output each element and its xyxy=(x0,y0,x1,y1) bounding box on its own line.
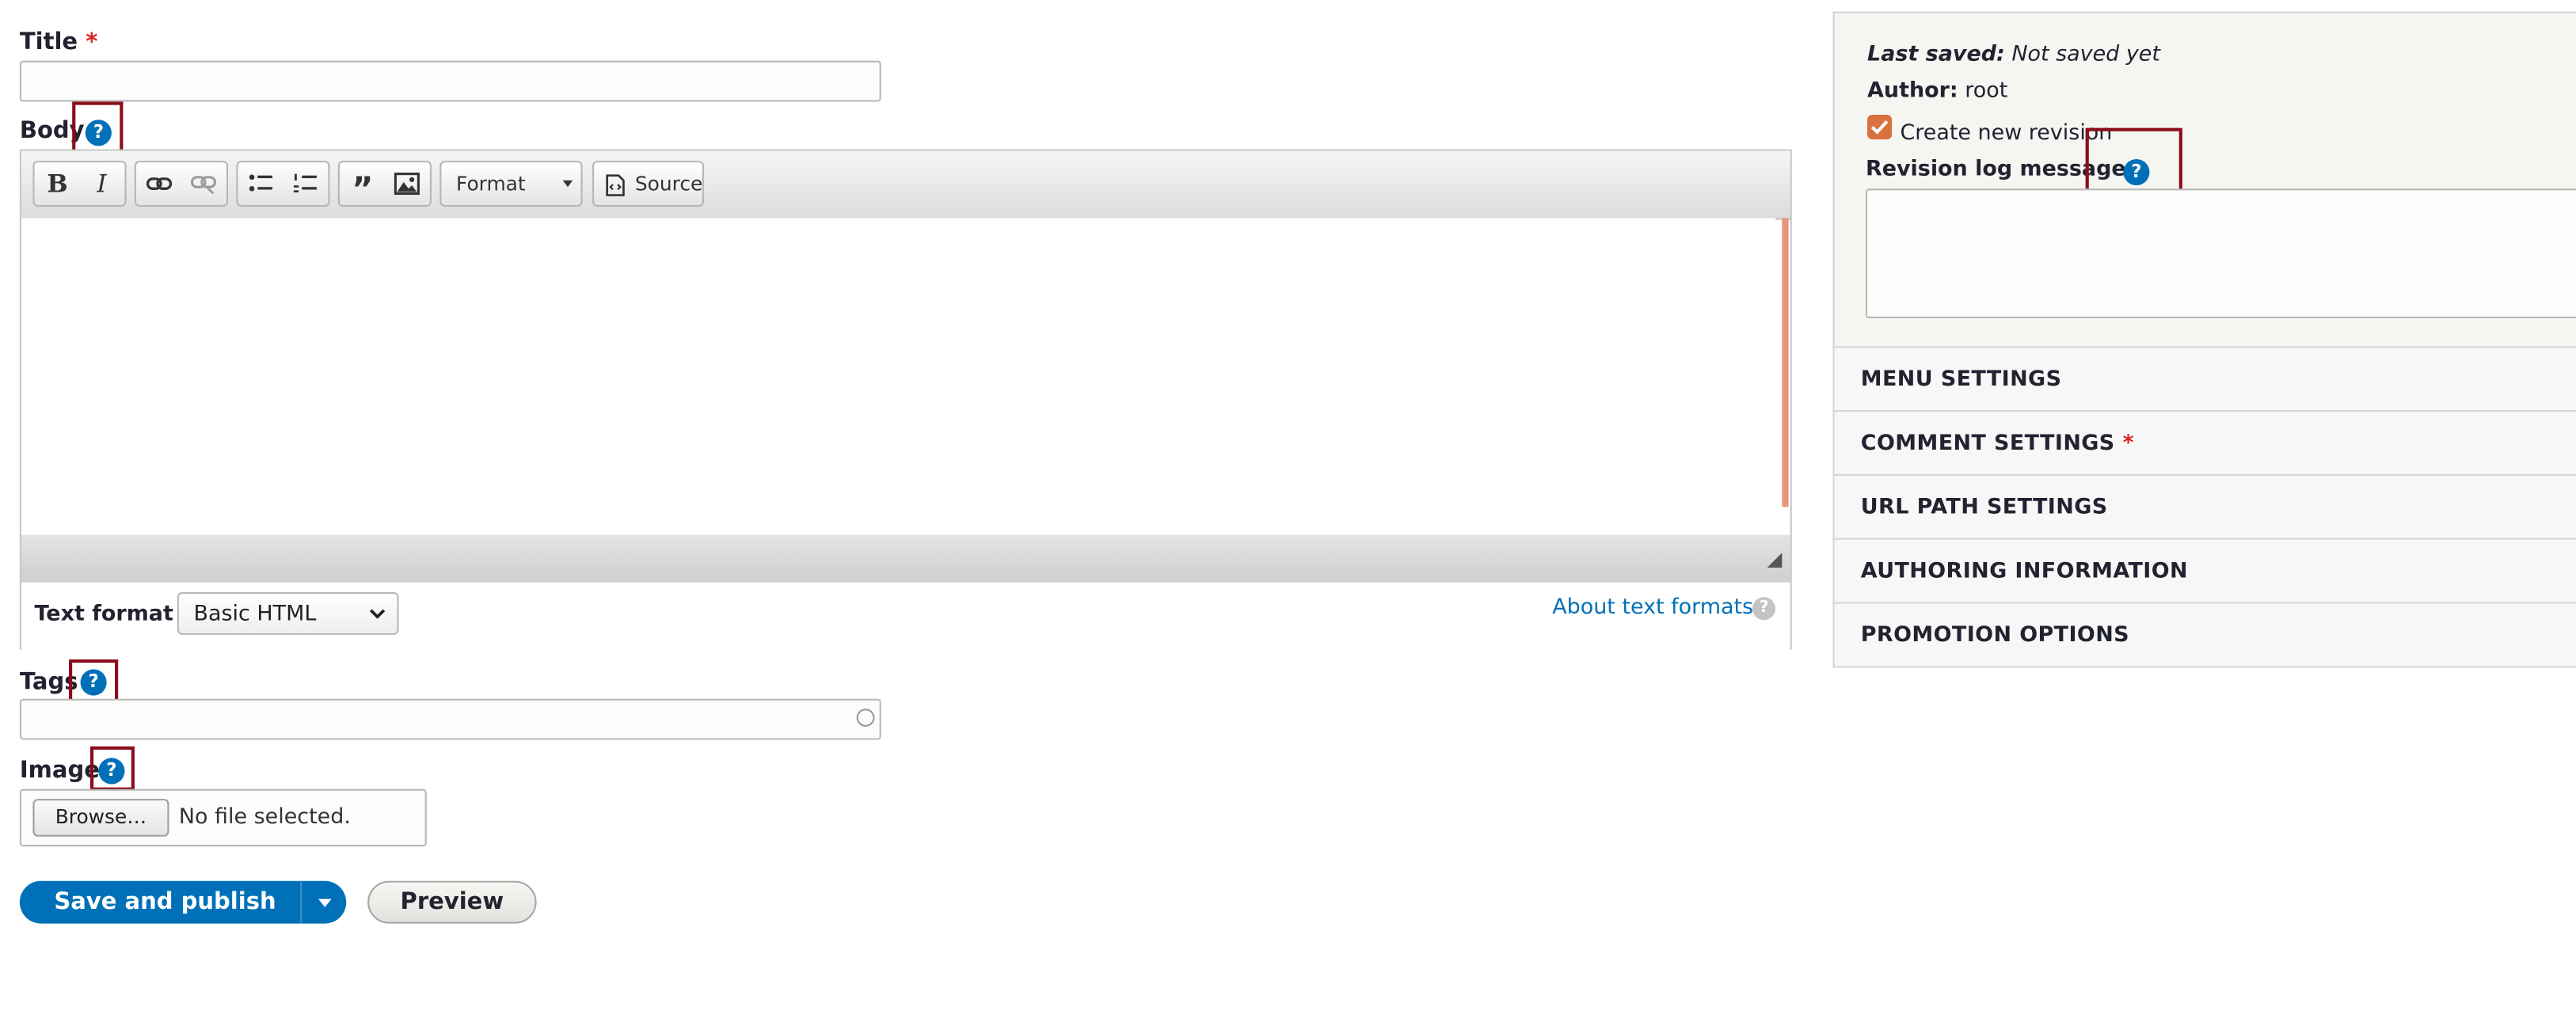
chevron-down-icon xyxy=(369,609,386,619)
last-saved-label: Last saved: xyxy=(1867,42,2005,67)
title-label: Title * xyxy=(20,29,98,55)
save-and-publish-dropbutton: Save and publish xyxy=(19,880,347,924)
toolbar-group-links xyxy=(134,161,229,207)
author-value: root xyxy=(1965,78,2008,104)
text-formats-help-icon[interactable]: ? xyxy=(1752,597,1776,621)
comment-settings-label: COMMENT SETTINGS xyxy=(1860,431,2115,457)
browse-button[interactable]: Browse… xyxy=(32,799,169,837)
numbered-list-icon xyxy=(293,173,317,193)
menu-settings-section[interactable]: MENU SETTINGS xyxy=(1834,346,2576,411)
title-label-text: Title xyxy=(19,29,78,56)
unlink-button[interactable] xyxy=(182,162,225,205)
about-text-formats-link[interactable]: About text formats xyxy=(1552,595,1753,620)
bold-button[interactable]: B xyxy=(36,162,79,205)
last-saved: Last saved: Not saved yet xyxy=(1867,43,2160,67)
create-revision-checkbox[interactable] xyxy=(1867,115,1893,140)
required-marker: * xyxy=(2122,431,2134,457)
image-button[interactable] xyxy=(386,162,428,205)
source-button-label: Source xyxy=(634,172,703,196)
node-edit-page: Title * Body ? B I ” Format Source Text … xyxy=(0,0,2576,1024)
image-icon xyxy=(394,173,420,196)
body-editor xyxy=(19,149,1792,650)
format-dropdown[interactable]: Format xyxy=(439,161,583,207)
editor-scrollbar[interactable] xyxy=(1782,218,1789,507)
url-path-settings-section[interactable]: URL PATH SETTINGS xyxy=(1834,473,2576,538)
autocomplete-throbber-icon xyxy=(856,709,875,727)
url-path-settings-label: URL PATH SETTINGS xyxy=(1860,495,2108,520)
save-and-publish-button[interactable]: Save and publish xyxy=(54,889,276,915)
save-options-toggle[interactable] xyxy=(302,881,346,924)
source-icon xyxy=(606,173,626,203)
chevron-down-icon xyxy=(562,180,573,188)
text-format-select[interactable]: Basic HTML xyxy=(177,592,399,635)
image-label: Image xyxy=(19,758,100,785)
menu-settings-label: MENU SETTINGS xyxy=(1860,367,2062,393)
numbered-list-button[interactable] xyxy=(283,162,326,205)
image-file-input[interactable]: Browse… No file selected. xyxy=(19,788,427,847)
bulleted-list-icon xyxy=(249,174,272,192)
italic-button[interactable]: I xyxy=(81,162,124,205)
link-icon xyxy=(146,177,173,190)
author-label: Author: xyxy=(1867,78,1958,104)
unlink-icon xyxy=(190,176,216,194)
bulleted-list-button[interactable] xyxy=(240,162,283,205)
source-button[interactable]: Source xyxy=(592,161,704,207)
format-dropdown-label: Format xyxy=(456,172,526,196)
text-format-label: Text format xyxy=(34,602,173,627)
chevron-down-icon xyxy=(318,899,332,907)
tags-input[interactable] xyxy=(19,698,881,740)
preview-button[interactable]: Preview xyxy=(367,880,537,924)
promotion-options-section[interactable]: PROMOTION OPTIONS xyxy=(1834,602,2576,667)
authoring-information-section[interactable]: AUTHORING INFORMATION xyxy=(1834,538,2576,602)
text-format-value: Basic HTML xyxy=(193,602,317,627)
blockquote-button[interactable]: ” xyxy=(341,162,384,208)
last-saved-value: Not saved yet xyxy=(2011,42,2160,67)
editor-content-area[interactable] xyxy=(21,218,1776,535)
no-file-selected-text: No file selected. xyxy=(178,805,351,830)
revision-log-textarea[interactable] xyxy=(1865,188,2576,318)
comment-settings-section[interactable]: COMMENT SETTINGS * xyxy=(1834,410,2576,474)
link-button[interactable] xyxy=(138,162,181,205)
highlight-box-image-help xyxy=(89,746,135,791)
resize-handle-icon[interactable] xyxy=(1767,553,1783,568)
title-input[interactable] xyxy=(19,60,881,102)
checkmark-icon xyxy=(1870,120,1889,135)
toolbar-group-basic: B I xyxy=(32,161,127,207)
create-revision-label[interactable]: Create new revision xyxy=(1900,121,2112,146)
editor-bottom-bar xyxy=(21,534,1790,581)
author-info: Author: root xyxy=(1867,78,2007,103)
promotion-options-label: PROMOTION OPTIONS xyxy=(1860,623,2130,648)
toolbar-group-lists xyxy=(236,161,330,207)
required-marker: * xyxy=(86,29,98,56)
toolbar-group-media: ” xyxy=(337,161,432,208)
authoring-information-label: AUTHORING INFORMATION xyxy=(1860,559,2189,584)
